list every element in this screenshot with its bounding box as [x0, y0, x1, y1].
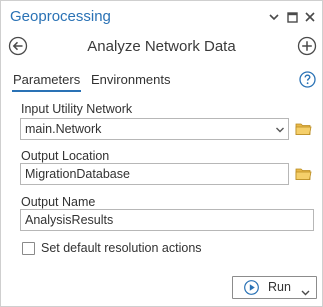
input-network-label: Input Utility Network	[21, 102, 133, 116]
pane-titlebar: Geoprocessing	[1, 1, 322, 33]
pane-title: Geoprocessing	[10, 8, 111, 25]
close-icon[interactable]	[304, 11, 316, 23]
output-location-folder-icon[interactable]	[295, 167, 312, 182]
maximize-icon[interactable]	[286, 11, 298, 23]
run-button-label: Run	[268, 280, 291, 294]
output-name-value: AnalysisResults	[25, 213, 114, 227]
input-network-value: main.Network	[25, 122, 102, 136]
output-name-label: Output Name	[21, 195, 96, 209]
run-options-chevron-down-icon[interactable]	[301, 284, 310, 296]
input-network-folder-icon[interactable]	[295, 122, 312, 137]
tool-title: Analyze Network Data	[87, 38, 236, 55]
run-button[interactable]: Run	[232, 276, 317, 299]
add-icon[interactable]	[297, 36, 317, 56]
geoprocessing-pane: Geoprocessing Analyze Network Data Param…	[0, 0, 323, 307]
output-location-label: Output Location	[21, 149, 110, 163]
pane-menu-chevron-down-icon[interactable]	[268, 11, 280, 23]
output-name-input[interactable]: AnalysisResults	[20, 209, 314, 231]
default-resolution-checkbox[interactable]	[22, 242, 35, 255]
output-location-input[interactable]: MigrationDatabase	[20, 163, 289, 185]
tab-environments[interactable]: Environments	[91, 72, 170, 87]
output-location-value: MigrationDatabase	[25, 167, 130, 181]
play-icon	[244, 280, 259, 295]
tab-parameters[interactable]: Parameters	[11, 72, 82, 92]
chevron-down-icon[interactable]	[275, 124, 285, 134]
input-network-dropdown[interactable]: main.Network	[20, 118, 289, 140]
default-resolution-label[interactable]: Set default resolution actions	[41, 241, 202, 255]
help-icon[interactable]	[299, 71, 316, 88]
